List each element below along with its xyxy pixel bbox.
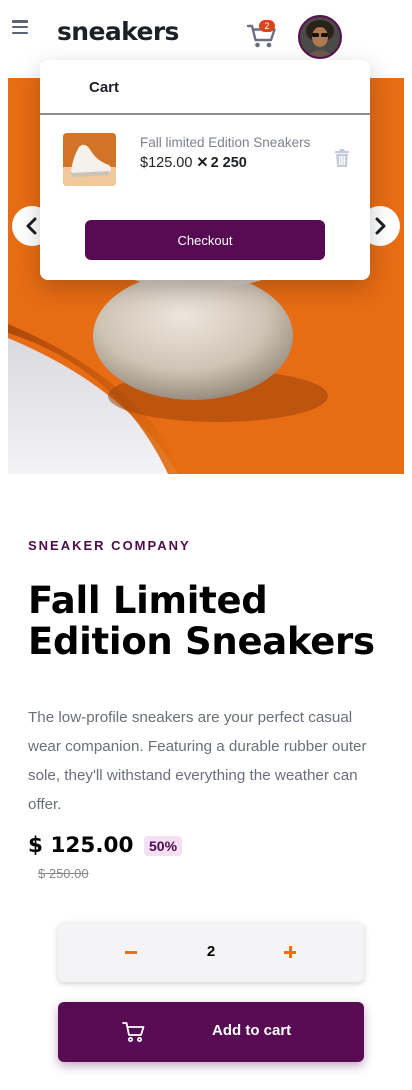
cart-icon <box>122 1022 145 1042</box>
company-name: SNEAKER COMPANY <box>28 538 191 553</box>
avatar[interactable] <box>298 15 342 59</box>
quantity-value: 2 <box>206 943 216 960</box>
checkout-button[interactable]: Checkout <box>85 220 325 260</box>
discount-badge: 50% <box>144 836 183 856</box>
cart-item-name: Fall limited Edition Sneakers <box>140 135 311 150</box>
cart-divider <box>40 113 370 115</box>
cart-item-total: 2 250 <box>210 155 247 171</box>
add-to-cart-label: Add to cart <box>212 1022 292 1039</box>
cart-item-multiplier: ✕ <box>196 155 209 171</box>
product-description: The low-profile sneakers are your perfec… <box>28 709 367 813</box>
cart-item-unit-price: $125.00 <box>140 155 193 171</box>
trash-icon[interactable] <box>334 149 350 167</box>
cart-dropdown: Cart Fall limited Edition Sneakers $125.… <box>40 60 370 280</box>
plus-icon[interactable] <box>283 945 297 959</box>
add-to-cart-button[interactable]: Add to cart <box>58 1002 364 1062</box>
product-price: $ 125.00 <box>28 833 134 858</box>
cart-button[interactable]: 2 <box>246 20 280 49</box>
chevron-right-icon <box>375 217 386 235</box>
cart-title: Cart <box>89 79 120 96</box>
original-price: $ 250.00 <box>38 866 89 881</box>
menu-icon[interactable] <box>12 20 28 35</box>
logo[interactable]: sneakers <box>57 17 179 46</box>
cart-count-badge: 2 <box>259 20 275 32</box>
cart-item-price: $125.00 ✕ 2 250 <box>140 155 247 171</box>
product-title: Fall Limited Edition Sneakers <box>28 579 375 663</box>
chevron-left-icon <box>26 217 37 235</box>
quantity-stepper: 2 <box>58 922 364 982</box>
cart-item-thumbnail <box>63 133 116 186</box>
